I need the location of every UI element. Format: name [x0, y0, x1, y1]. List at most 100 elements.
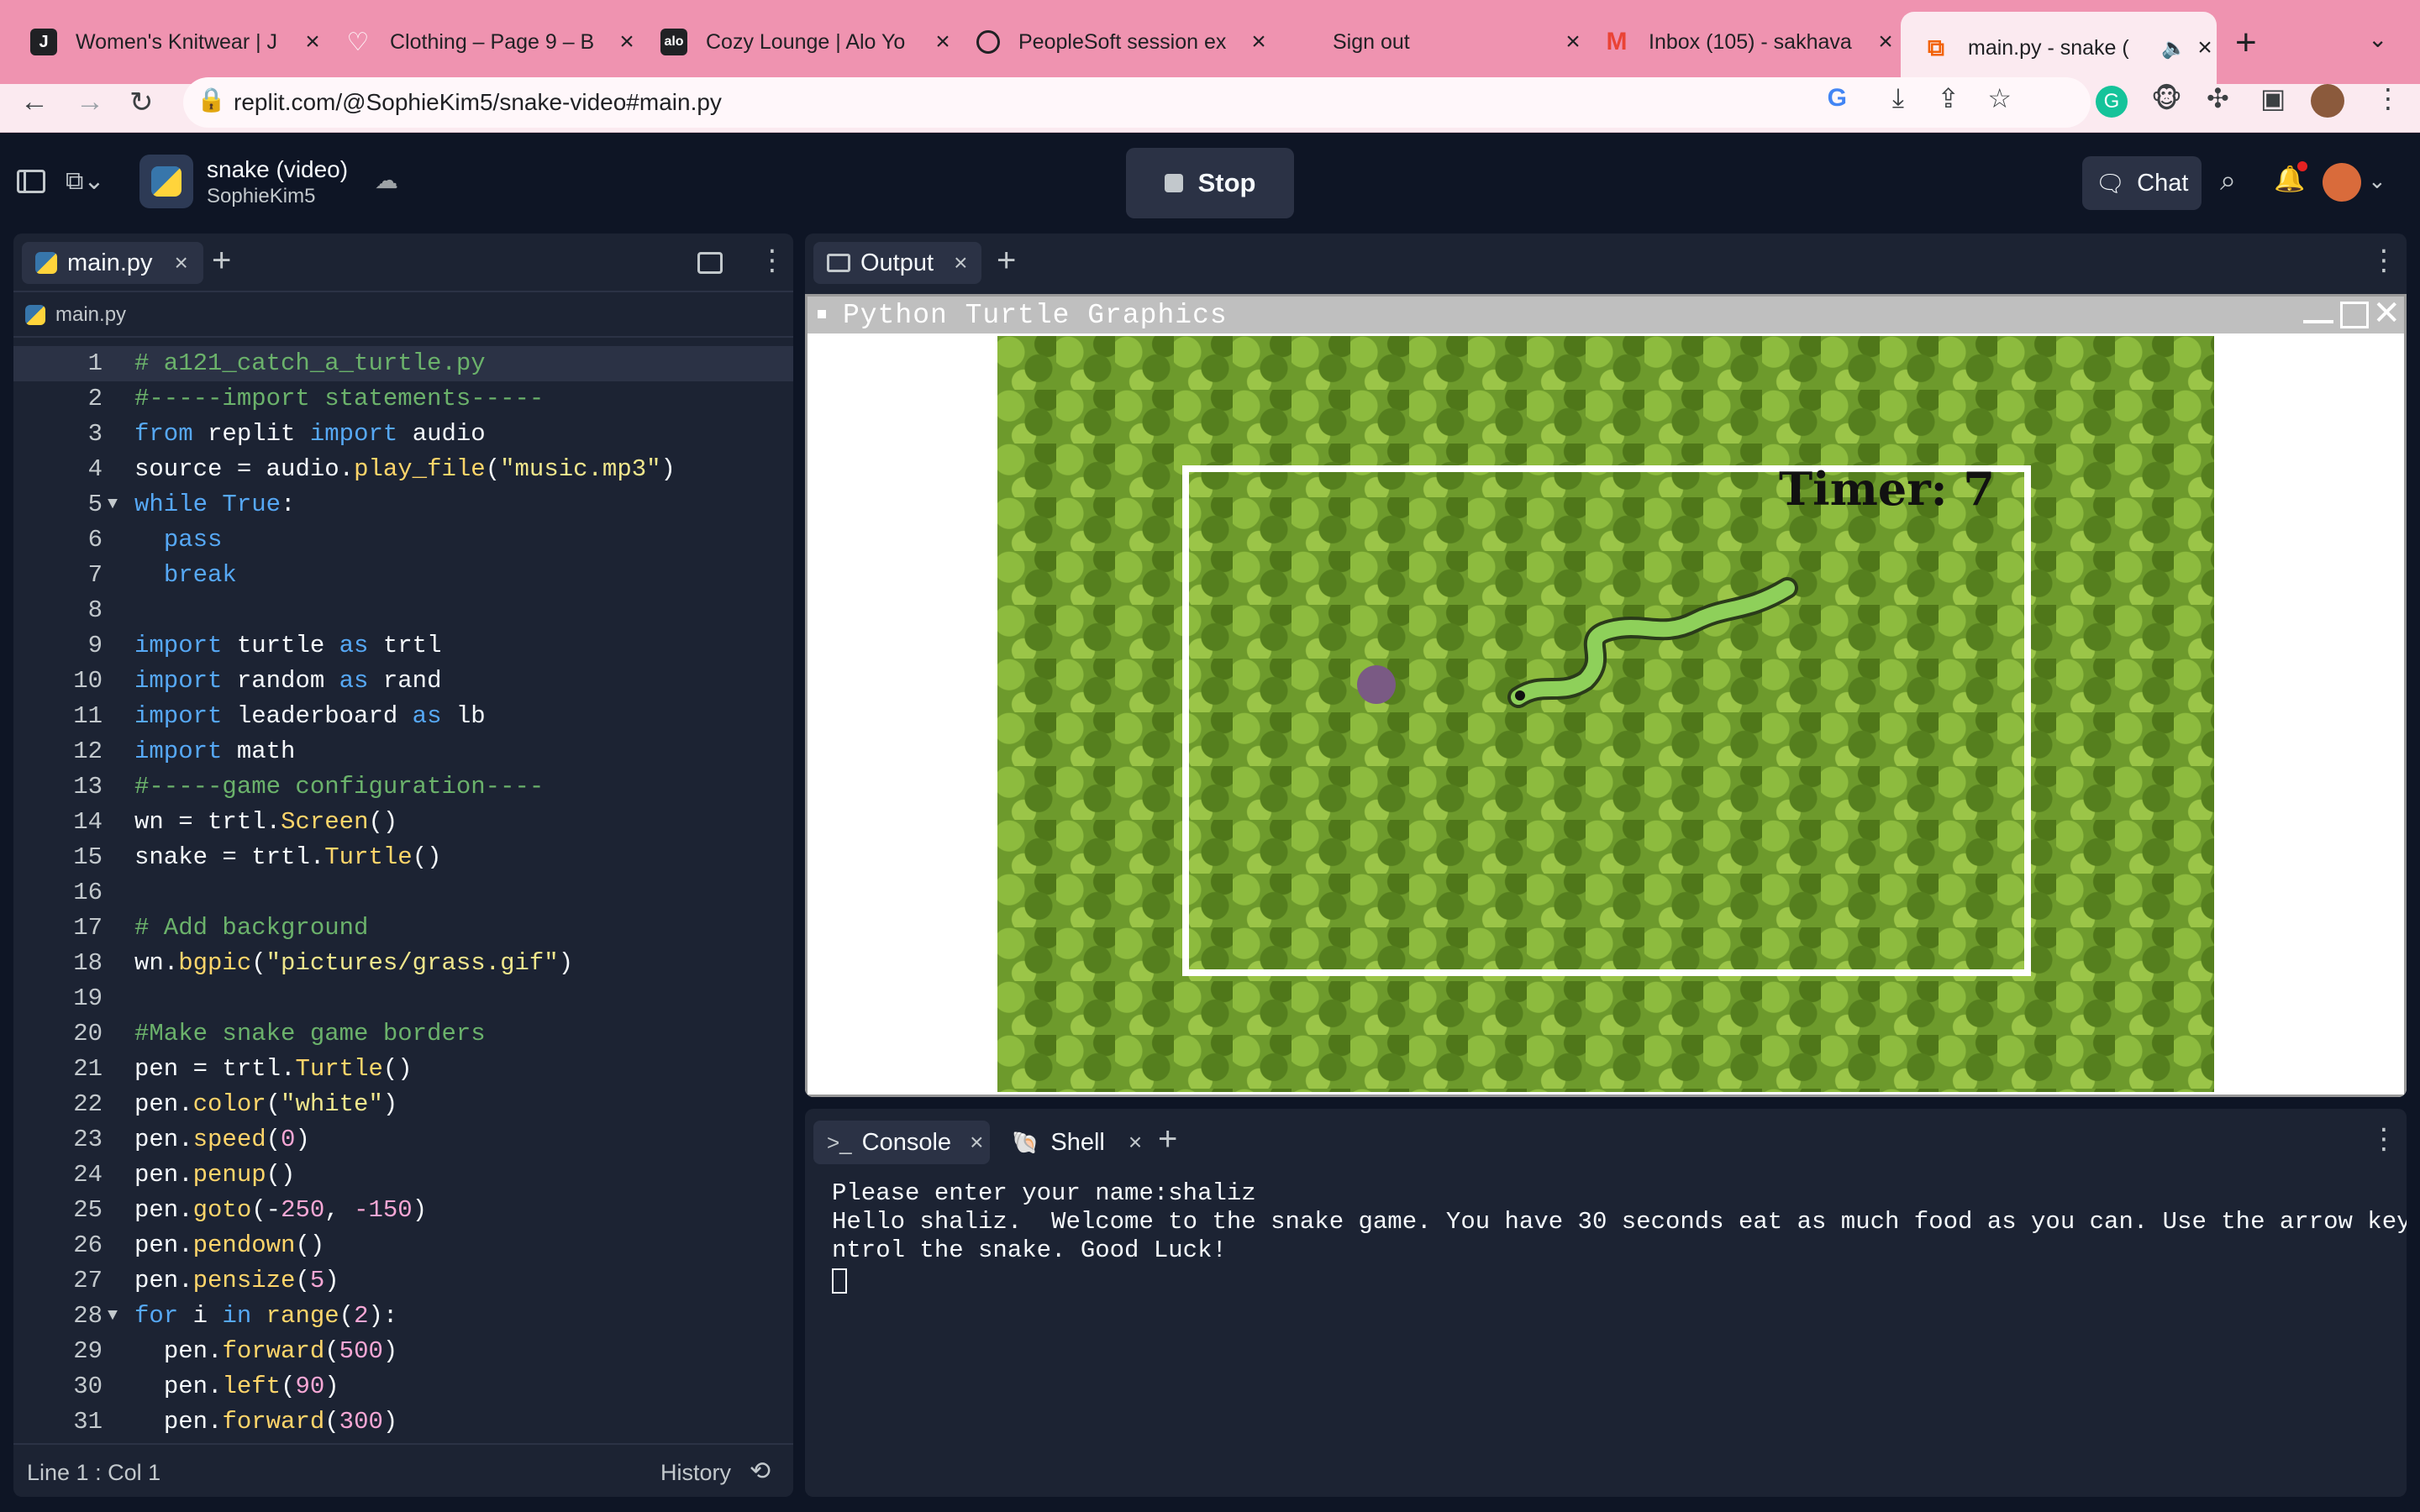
more-options-icon[interactable]: ⋮ — [758, 244, 786, 277]
install-icon[interactable]: ⤓ — [1892, 82, 1904, 114]
code-line[interactable]: 30 pen.left(90) — [13, 1369, 793, 1404]
close-icon[interactable]: × — [1128, 1129, 1142, 1156]
shell-tab[interactable]: 🐚 Shell × — [1012, 1121, 1142, 1164]
code-line[interactable]: 20 #Make snake game borders — [13, 1016, 793, 1052]
code-line[interactable]: 8 — [13, 593, 793, 628]
more-options-icon[interactable]: ⋮ — [2370, 244, 2398, 277]
side-panel-icon[interactable]: ▣ — [2260, 82, 2286, 114]
speaker-icon[interactable]: 🔈 — [2161, 36, 2186, 60]
lock-icon[interactable]: 🔒 — [197, 86, 226, 113]
code-line[interactable]: 1 # a121_catch_a_turtle.py — [13, 346, 793, 381]
code-line[interactable]: 12 import math — [13, 734, 793, 769]
project-owner[interactable]: SophieKim5 — [207, 185, 315, 208]
add-tab-icon[interactable]: + — [212, 242, 231, 280]
code-line[interactable]: 31 pen.forward(300) — [13, 1404, 793, 1440]
browser-tab[interactable]: PeopleSoft session ex × — [976, 12, 1270, 72]
google-icon[interactable]: G — [1828, 84, 1847, 113]
code-line[interactable]: 9 import turtle as trtl — [13, 628, 793, 664]
history-icon[interactable]: ⟲ — [750, 1457, 771, 1486]
back-icon[interactable]: ← — [20, 86, 49, 118]
output-tab[interactable]: Output × — [813, 242, 981, 284]
code-line[interactable]: 15 snake = trtl.Turtle() — [13, 840, 793, 875]
editor-tab-main[interactable]: main.py × — [22, 242, 203, 284]
close-icon[interactable]: × — [175, 249, 188, 276]
breadcrumb-file[interactable]: main.py — [55, 303, 126, 327]
code-line[interactable]: 17 # Add background — [13, 911, 793, 946]
share-icon[interactable]: ⇪ — [1937, 82, 1960, 114]
close-icon[interactable]: × — [931, 28, 955, 56]
console-tab[interactable]: >_ Console × — [813, 1121, 990, 1164]
add-tab-icon[interactable]: + — [997, 242, 1016, 280]
console-tab-bar: >_ Console × 🐚 Shell × + ⋮ — [805, 1109, 2407, 1176]
grammarly-icon[interactable]: G — [2096, 86, 2128, 118]
code-line[interactable]: 14 wn = trtl.Screen() — [13, 805, 793, 840]
close-icon[interactable]: × — [954, 249, 967, 276]
code-line[interactable]: 2 #-----import statements----- — [13, 381, 793, 417]
bookmark-star-icon[interactable]: ☆ — [1987, 82, 2012, 114]
code-line[interactable]: 5 ▼ while True: — [13, 487, 793, 522]
user-avatar[interactable] — [2323, 163, 2361, 202]
format-icon[interactable] — [697, 252, 723, 274]
code-line[interactable]: 21 pen = trtl.Turtle() — [13, 1052, 793, 1087]
chevron-down-icon[interactable]: ⌄ — [2368, 25, 2387, 53]
fold-arrow-icon[interactable]: ▼ — [108, 1299, 118, 1334]
code-area[interactable]: 1 # a121_catch_a_turtle.py 2 #-----import s… — [13, 346, 793, 1438]
browser-tab[interactable]: M Inbox (105) - sakhava × — [1603, 12, 1897, 72]
browser-tab[interactable]: J Women's Knitwear | J × — [30, 12, 324, 72]
code-line[interactable]: 23 pen.speed(0) — [13, 1122, 793, 1158]
browser-tab[interactable]: alo Cozy Lounge | Alo Yo × — [660, 12, 955, 72]
code-line[interactable]: 4 source = audio.play_file("music.mp3") — [13, 452, 793, 487]
browser-tab[interactable]: ♡ Clothing – Page 9 – B × — [345, 12, 639, 72]
code-line[interactable]: 24 pen.penup() — [13, 1158, 793, 1193]
project-name[interactable]: snake (video) — [207, 156, 348, 183]
history-label[interactable]: History — [660, 1460, 731, 1486]
close-icon[interactable]: × — [301, 28, 324, 56]
chat-button[interactable]: 🗨 Chat — [2082, 156, 2202, 210]
close-icon[interactable]: × — [1247, 28, 1270, 56]
minimize-icon[interactable] — [2303, 320, 2333, 323]
close-icon[interactable]: × — [1874, 28, 1897, 56]
browser-tab-active[interactable]: ⧉ main.py - snake ( 🔈 × — [1901, 12, 2217, 84]
extension-icon[interactable]: 🐵 — [2151, 82, 2182, 114]
console-output[interactable]: Please enter your name:shaliz Hello shali… — [832, 1179, 2407, 1294]
close-icon[interactable]: ✕ — [2372, 297, 2401, 330]
add-tab-icon[interactable]: + — [1158, 1121, 1177, 1158]
maximize-icon[interactable] — [2340, 302, 2369, 328]
code-line[interactable]: 3 from replit import audio — [13, 417, 793, 452]
code-line[interactable]: 25 pen.goto(-250, -150) — [13, 1193, 793, 1228]
search-icon[interactable]: ⌕ — [2220, 165, 2236, 197]
line-number: 26 — [73, 1231, 103, 1259]
forward-icon[interactable]: → — [76, 86, 104, 118]
stop-button[interactable]: Stop — [1126, 148, 1294, 218]
code-line[interactable]: 19 — [13, 981, 793, 1016]
code-line[interactable]: 18 wn.bgpic("pictures/grass.gif") — [13, 946, 793, 981]
code-line[interactable]: 16 — [13, 875, 793, 911]
reload-icon[interactable]: ↻ — [129, 86, 154, 119]
address-bar[interactable]: 🔒 replit.com/@SophieKim5/snake-video#mai… — [183, 77, 2091, 128]
browser-tab[interactable]: Sign out × — [1291, 12, 1585, 72]
code-line[interactable]: 26 pen.pendown() — [13, 1228, 793, 1263]
replit-menu-icon[interactable]: ⧉⌄ — [66, 166, 105, 196]
sidebar-toggle-icon[interactable] — [17, 170, 45, 193]
profile-avatar[interactable] — [2311, 84, 2344, 118]
code-line[interactable]: 11 import leaderboard as lb — [13, 699, 793, 734]
code-line[interactable]: 6 pass — [13, 522, 793, 558]
chevron-down-icon[interactable]: ⌄ — [2368, 168, 2386, 194]
code-line[interactable]: 10 import random as rand — [13, 664, 793, 699]
more-options-icon[interactable]: ⋮ — [2370, 1122, 2398, 1156]
close-icon[interactable]: × — [615, 28, 639, 56]
close-icon[interactable]: × — [970, 1129, 983, 1156]
code-line[interactable]: 28 ▼ for i in range(2): — [13, 1299, 793, 1334]
close-icon[interactable]: × — [1561, 28, 1585, 56]
close-icon[interactable]: × — [2193, 34, 2217, 62]
code-line[interactable]: 13 #-----game configuration---- — [13, 769, 793, 805]
fold-arrow-icon[interactable]: ▼ — [108, 487, 118, 522]
new-tab-icon[interactable]: + — [2235, 22, 2257, 64]
code-line[interactable]: 29 pen.forward(500) — [13, 1334, 793, 1369]
puzzle-icon[interactable]: ✣ — [2207, 82, 2229, 114]
code-text: wn = trtl.Screen() — [134, 808, 398, 836]
code-line[interactable]: 7 break — [13, 558, 793, 593]
code-line[interactable]: 27 pen.pensize(5) — [13, 1263, 793, 1299]
code-line[interactable]: 22 pen.color("white") — [13, 1087, 793, 1122]
chrome-menu-icon[interactable]: ⋮ — [2375, 82, 2402, 114]
